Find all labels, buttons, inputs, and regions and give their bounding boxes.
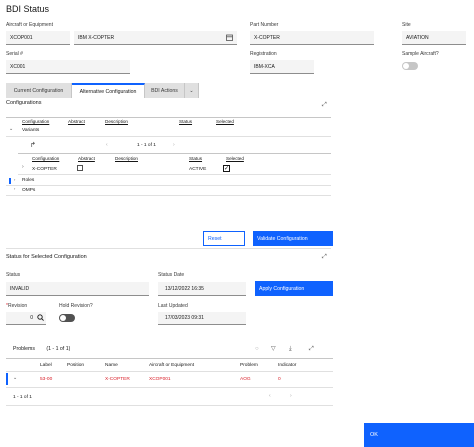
aircraft-description: IBM X-COPTER (78, 34, 115, 41)
col-description[interactable]: Description (105, 119, 128, 124)
dialog-title: BDI Status (6, 4, 50, 14)
status-date-label: Status Date (158, 272, 185, 278)
aircraft-input[interactable]: XCOP001 (6, 31, 70, 45)
col-abstract[interactable]: Abstract (68, 119, 85, 124)
button-label: OK (370, 432, 378, 438)
tabs-more-button[interactable]: ⌄ (185, 83, 199, 98)
validate-configuration-button[interactable]: Validate Configuration (253, 231, 333, 246)
expand-icon[interactable]: ⤢ (309, 346, 314, 352)
col-configuration[interactable]: Configuration (22, 119, 49, 124)
download-icon[interactable]: ⤓ (289, 346, 292, 352)
search-icon[interactable] (37, 314, 44, 323)
inner-row-status: ACTIVE (189, 167, 207, 172)
configurations-title: Configurations (6, 100, 42, 106)
settings-icon[interactable]: ○ (255, 346, 259, 352)
problems-count: (1 - 1 of 1) (46, 346, 71, 352)
button-label: Apply Configuration (259, 285, 305, 292)
registration-input[interactable]: IBM-XCA (250, 60, 314, 74)
inner-col-configuration[interactable]: Configuration (32, 156, 59, 161)
problem-row-name: X-COPTER (105, 377, 130, 382)
button-label: Reset (208, 235, 222, 242)
tab-label: BDI Actions (151, 87, 178, 94)
problems-col-problem[interactable]: Problem (240, 363, 258, 368)
part-number-input[interactable]: X-COPTER (250, 31, 374, 45)
col-selected[interactable]: Selected (216, 119, 234, 124)
revision-label: *Revision (6, 303, 27, 309)
checkmark-icon: ✓ (223, 165, 230, 172)
chevron-right-icon[interactable]: › (290, 394, 292, 399)
inner-row-configuration: X-COPTER (32, 167, 57, 172)
chevron-left-icon[interactable]: ‹ (106, 143, 108, 148)
status-section-title: Status for Selected Configuration (6, 254, 87, 260)
aircraft-label: Aircraft or Equipment (6, 22, 53, 28)
filter-icon[interactable]: ▽ (271, 346, 276, 352)
last-updated-input[interactable]: 17/03/2023 09:31 (158, 312, 246, 325)
problem-row-aircraft: XCOP001 (149, 377, 171, 382)
tree-hierarchy-icon[interactable]: ↱ (30, 142, 36, 149)
site-input[interactable]: AVIATION (402, 31, 466, 45)
expand-icon[interactable]: ⤢ (322, 102, 327, 108)
chevron-right-icon[interactable]: › (173, 143, 175, 148)
chevron-down-icon[interactable]: ⌄ (13, 376, 17, 381)
chevron-right-icon[interactable]: › (14, 178, 15, 182)
ok-button[interactable]: OK (364, 423, 474, 447)
calendar-icon[interactable] (226, 34, 233, 43)
omps-label: OMPs (22, 188, 36, 193)
selected-checkbox[interactable]: ✓ (223, 165, 230, 172)
apply-configuration-button[interactable]: Apply Configuration (255, 281, 333, 296)
part-number-label: Part Number (250, 22, 279, 28)
inner-col-status[interactable]: Status (189, 156, 202, 161)
problem-row-problem: AOG (240, 377, 251, 382)
problems-title-text: Problems (13, 346, 35, 352)
problems-pagination: 1 - 1 of 1 (13, 395, 32, 400)
serial-input[interactable]: XC001 (6, 60, 130, 74)
status-input[interactable]: INVALID (6, 282, 149, 296)
problem-row-label: 53-00 (40, 377, 53, 382)
reset-button[interactable]: Reset (203, 231, 245, 246)
serial-label: Serial # (6, 51, 23, 57)
chevron-down-icon[interactable]: ⌄ (9, 127, 13, 132)
inner-col-selected[interactable]: Selected (226, 156, 244, 161)
problems-title: Problems (1 - 1 of 1) (13, 346, 70, 352)
hold-revision-toggle[interactable] (59, 314, 75, 322)
status-date-input[interactable]: 13/12/2022 16:35 (158, 282, 246, 296)
roles-label: Roles (22, 178, 35, 183)
sample-aircraft-label: Sample Aircraft? (402, 51, 439, 57)
selection-indicator (9, 178, 11, 184)
last-updated-label: Last Updated (158, 303, 188, 309)
revision-label-text: Revision (7, 303, 28, 309)
status-label: Status (6, 272, 21, 278)
hold-revision-label: Hold Revision? (59, 303, 93, 309)
tab-label: Alternative Configuration (79, 88, 137, 95)
abstract-checkbox[interactable] (77, 165, 83, 171)
inner-col-description[interactable]: Description (115, 156, 138, 161)
problem-row-indicator: 0 (278, 377, 281, 382)
chevron-left-icon[interactable]: ‹ (269, 394, 271, 399)
chevron-right-icon[interactable]: › (14, 187, 15, 191)
site-label: Site (402, 22, 411, 28)
inner-col-abstract[interactable]: Abstract (78, 156, 95, 161)
tab-alternative-configuration[interactable]: Alternative Configuration (72, 83, 145, 98)
variants-label: Variants (22, 128, 40, 133)
sample-aircraft-toggle[interactable] (402, 62, 418, 70)
tab-bdi-actions[interactable]: BDI Actions (145, 83, 185, 98)
problems-col-indicator[interactable]: Indicator (278, 363, 296, 368)
problems-col-label[interactable]: Label (40, 363, 52, 368)
problems-col-position[interactable]: Position (67, 363, 84, 368)
tab-current-configuration[interactable]: Current Configuration (6, 83, 72, 98)
col-status[interactable]: Status (179, 119, 192, 124)
problems-col-name[interactable]: Name (105, 363, 118, 368)
tab-label: Current Configuration (13, 87, 64, 94)
problems-col-aircraft[interactable]: Aircraft or Equipment (149, 363, 194, 368)
chevron-right-icon[interactable]: › (22, 165, 24, 170)
expand-icon[interactable]: ⤢ (322, 254, 327, 260)
aircraft-description-field: IBM X-COPTER (74, 31, 237, 45)
button-label: Validate Configuration (257, 235, 308, 242)
variants-pagination: 1 - 1 of 1 (137, 143, 156, 148)
chevron-down-icon: ⌄ (189, 87, 194, 94)
registration-label: Registration (250, 51, 277, 57)
row-selection-indicator (6, 373, 8, 385)
